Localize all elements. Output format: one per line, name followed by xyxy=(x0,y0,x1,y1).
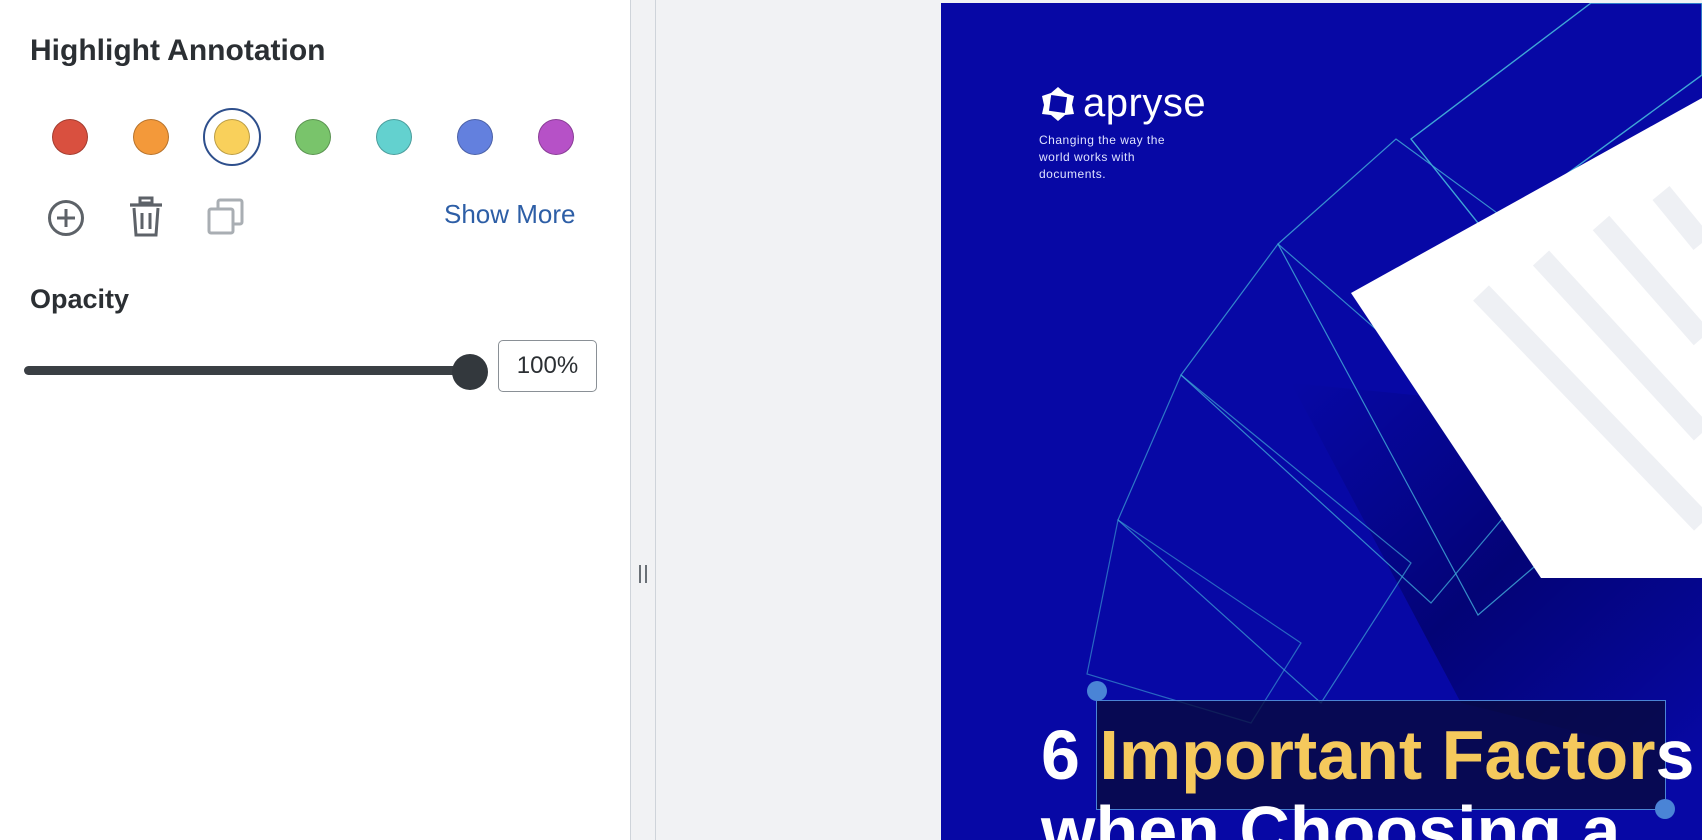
opacity-input[interactable]: 100% xyxy=(498,340,597,392)
color-swatch-red[interactable] xyxy=(52,119,88,155)
copy-icon[interactable] xyxy=(206,197,246,242)
panel-title: Highlight Annotation xyxy=(30,34,326,67)
delete-icon[interactable] xyxy=(128,196,164,243)
color-swatch-orange[interactable] xyxy=(133,119,169,155)
add-color-icon[interactable] xyxy=(46,198,86,243)
cover-heading-line2: when Choosing a xyxy=(1041,792,1621,840)
heading-suffix: s xyxy=(1655,716,1695,794)
heading-prefix: 6 xyxy=(1041,716,1100,794)
color-swatch-teal[interactable] xyxy=(376,119,412,155)
brand-logo: apryse xyxy=(1039,81,1206,126)
opacity-label: Opacity xyxy=(30,284,130,314)
color-swatch-green[interactable] xyxy=(295,119,331,155)
show-more-link[interactable]: Show More xyxy=(444,199,576,230)
opacity-slider-track[interactable] xyxy=(24,366,470,375)
brand-name: apryse xyxy=(1083,81,1207,125)
selection-handle-start[interactable] xyxy=(1087,681,1107,701)
color-swatch-purple[interactable] xyxy=(538,119,574,155)
brand-tagline: Changing the way the world works with do… xyxy=(1039,133,1166,181)
highlighted-text: Important Factor xyxy=(1099,716,1656,794)
annotation-style-panel: Highlight Annotation Show More Opacity 1… xyxy=(0,0,631,840)
grip-icon xyxy=(639,565,647,583)
color-swatch-yellow[interactable] xyxy=(214,119,250,155)
document-page: apryse Changing the way the world works … xyxy=(941,3,1702,840)
cover-heading-line1: 6 Important Factors xyxy=(1041,715,1694,795)
panel-resize-handle[interactable] xyxy=(631,0,656,840)
selection-handle-end[interactable] xyxy=(1655,799,1675,819)
color-swatch-blue[interactable] xyxy=(457,119,493,155)
apryse-logo-icon xyxy=(1042,86,1074,121)
opacity-slider-thumb[interactable] xyxy=(452,354,488,390)
